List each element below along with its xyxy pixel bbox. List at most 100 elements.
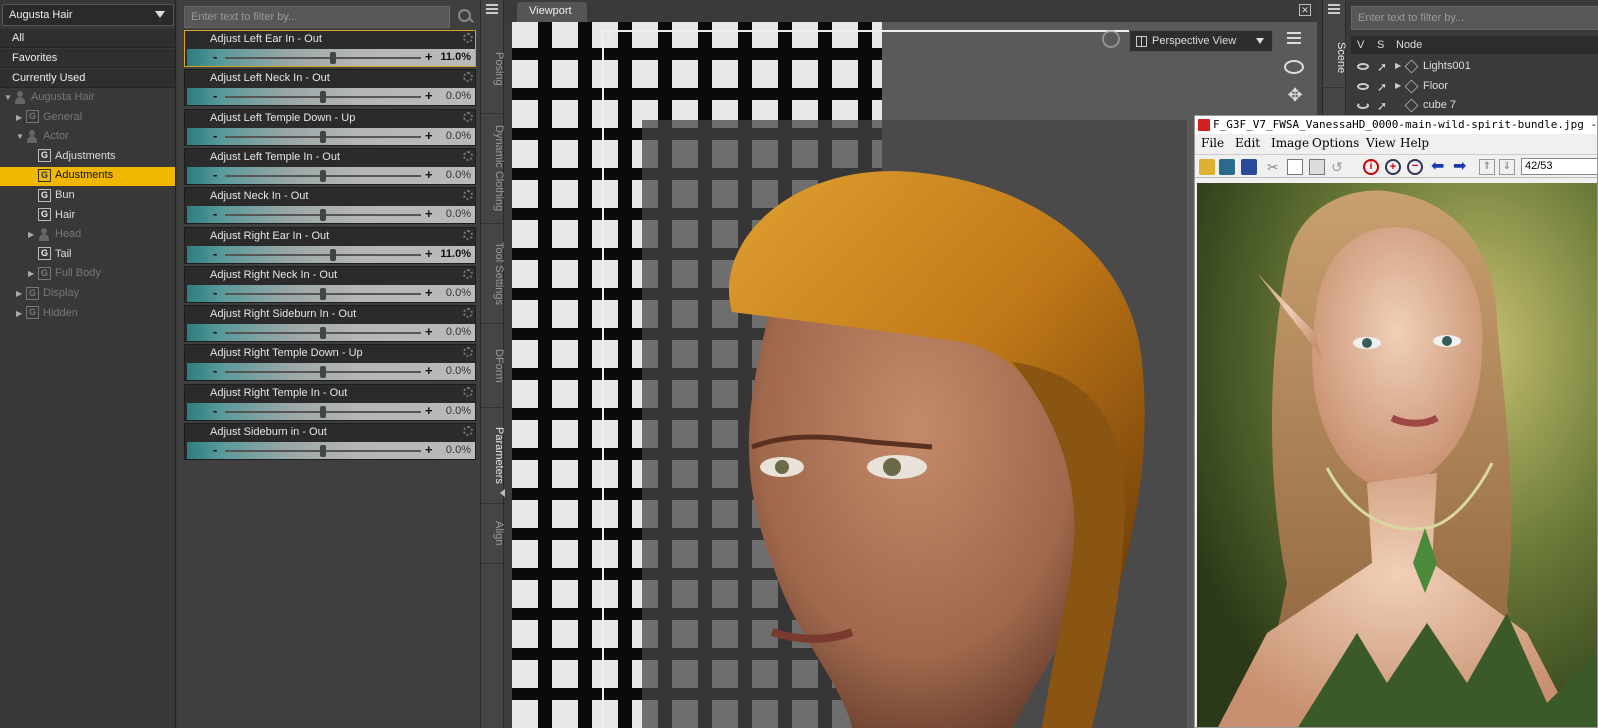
menu-view[interactable]: View	[1366, 136, 1396, 150]
slider-knob[interactable]	[329, 248, 336, 261]
slider-value[interactable]: 0.0%	[446, 90, 471, 102]
slider-knob[interactable]	[320, 91, 326, 104]
slider-knob[interactable]	[320, 366, 326, 379]
tree-node[interactable]: ▶ Head	[28, 225, 81, 244]
collapsed-arrow-icon[interactable]: ▶	[16, 108, 26, 127]
collapsed-arrow-icon[interactable]: ▶	[1395, 61, 1401, 70]
decrement-button[interactable]: -	[213, 403, 217, 419]
column-node[interactable]: Node	[1396, 39, 1422, 51]
slider-knob[interactable]	[320, 169, 326, 182]
increment-button[interactable]: +	[425, 88, 433, 104]
increment-button[interactable]: +	[425, 363, 433, 379]
gear-icon[interactable]	[463, 72, 473, 83]
zoom-out-icon[interactable]: −	[1407, 159, 1423, 175]
slider-bar[interactable]: - +0.0%	[187, 166, 475, 184]
pane-menu-icon[interactable]	[486, 4, 498, 14]
zoom-icon[interactable]	[1102, 30, 1120, 48]
expanded-arrow-icon[interactable]: ▼	[16, 127, 26, 146]
expanded-arrow-icon[interactable]: ▼	[4, 88, 14, 107]
gear-icon[interactable]	[463, 308, 473, 319]
page-indicator[interactable]: 42/53	[1521, 158, 1597, 175]
gear-icon[interactable]	[463, 347, 473, 358]
tree-node[interactable]: G Tail	[28, 245, 72, 264]
increment-button[interactable]: +	[425, 246, 433, 262]
parameter-slider[interactable]: Adjust Right Sideburn In - Out - +0.0%	[184, 305, 476, 343]
decrement-button[interactable]: -	[213, 128, 217, 144]
decrement-button[interactable]: -	[213, 206, 217, 222]
gear-icon[interactable]	[463, 426, 473, 436]
copy-icon[interactable]	[1287, 159, 1303, 175]
slider-track[interactable]	[225, 57, 421, 59]
slider-bar[interactable]: - +11.0%	[187, 245, 475, 263]
increment-button[interactable]: +	[425, 324, 433, 340]
decrement-button[interactable]: -	[213, 88, 217, 104]
zoom-in-icon[interactable]: +	[1385, 159, 1401, 175]
decrement-button[interactable]: -	[213, 324, 217, 340]
slider-bar[interactable]: - +0.0%	[187, 324, 475, 342]
slider-value[interactable]: 0.0%	[446, 130, 471, 142]
parameter-slider[interactable]: Adjust Right Ear In - Out - +11.0%	[184, 226, 476, 264]
slider-bar[interactable]: - +0.0%	[187, 127, 475, 145]
slider-value[interactable]: 11.0%	[440, 248, 471, 260]
tree-node[interactable]: ▼ Actor	[16, 127, 69, 146]
menu-image[interactable]: Image	[1271, 136, 1309, 150]
increment-button[interactable]: +	[425, 49, 433, 65]
slider-value[interactable]: 0.0%	[446, 208, 471, 220]
gear-icon[interactable]	[463, 229, 473, 240]
cut-icon[interactable]: ✂	[1267, 159, 1283, 175]
first-page-icon[interactable]: ⇑	[1479, 159, 1495, 175]
save-icon[interactable]	[1241, 159, 1257, 175]
gear-icon[interactable]	[463, 33, 473, 43]
increment-button[interactable]: +	[425, 167, 433, 183]
slider-knob[interactable]	[320, 445, 326, 457]
slider-bar[interactable]: - +0.0%	[187, 442, 475, 459]
slider-bar[interactable]: - +11.0%	[187, 49, 475, 66]
paste-icon[interactable]	[1309, 159, 1325, 175]
scene-node-row[interactable]: ➚ ▶ Lights001	[1351, 57, 1598, 76]
pointer-icon[interactable]: ➚	[1377, 99, 1387, 113]
collapsed-arrow-icon[interactable]: ▶	[28, 225, 38, 244]
parameter-slider[interactable]: Adjust Right Neck In - Out - +0.0%	[184, 265, 476, 303]
tree-node[interactable]: G Adjustments	[28, 147, 116, 166]
tree-node[interactable]: G Bun	[28, 186, 75, 205]
slider-bar[interactable]: - +0.0%	[187, 284, 475, 302]
parameter-slider[interactable]: Adjust Left Ear In - Out - +11.0%	[184, 30, 476, 67]
parameter-slider[interactable]: Adjust Left Temple In - Out - +0.0%	[184, 147, 476, 185]
column-visible[interactable]: V	[1357, 39, 1364, 51]
slider-value[interactable]: 0.0%	[446, 287, 471, 299]
column-selectable[interactable]: S	[1377, 39, 1384, 51]
tree-node[interactable]: ▶ G Full Body	[28, 264, 101, 283]
gear-icon[interactable]	[463, 111, 473, 122]
parameter-slider[interactable]: Adjust Left Temple Down - Up - +0.0%	[184, 108, 476, 146]
increment-button[interactable]: +	[425, 442, 433, 458]
eye-icon[interactable]	[1357, 63, 1369, 70]
scene-node-row[interactable]: ➚ cube 7	[1351, 96, 1598, 115]
slider-value[interactable]: 0.0%	[446, 405, 471, 417]
menu-help[interactable]: Help	[1400, 136, 1429, 150]
collapsed-arrow-icon[interactable]: ▶	[16, 284, 26, 303]
viewport-menu-icon[interactable]	[1287, 32, 1301, 44]
menu-options[interactable]: Options	[1312, 136, 1359, 150]
tree-node[interactable]: ▼ Augusta Hair	[4, 88, 95, 107]
pan-icon[interactable]: ✥	[1284, 84, 1306, 106]
slider-knob[interactable]	[320, 327, 326, 340]
gear-icon[interactable]	[463, 150, 473, 161]
orbit-icon[interactable]	[1284, 60, 1304, 74]
eye-closed-icon[interactable]	[1357, 102, 1369, 110]
decrement-button[interactable]: -	[213, 167, 217, 183]
slider-bar[interactable]: - +0.0%	[187, 88, 475, 106]
gear-icon[interactable]	[463, 190, 473, 201]
parameter-slider[interactable]: Adjust Left Neck In - Out - +0.0%	[184, 69, 476, 107]
increment-button[interactable]: +	[425, 128, 433, 144]
tab-dform[interactable]: DForm	[481, 324, 505, 408]
eye-icon[interactable]	[1357, 82, 1369, 90]
slider-knob[interactable]	[320, 405, 326, 418]
tab-align[interactable]: Align	[481, 504, 505, 564]
decrement-button[interactable]: -	[213, 285, 217, 301]
tab-posing[interactable]: Posing	[481, 24, 505, 114]
slider-bar[interactable]: - +0.0%	[187, 206, 475, 224]
collapsed-arrow-icon[interactable]: ▶	[16, 304, 26, 323]
slider-value[interactable]: 11.0%	[440, 51, 471, 63]
slider-value[interactable]: 0.0%	[446, 169, 471, 181]
camera-selector[interactable]: Perspective View	[1129, 30, 1273, 52]
